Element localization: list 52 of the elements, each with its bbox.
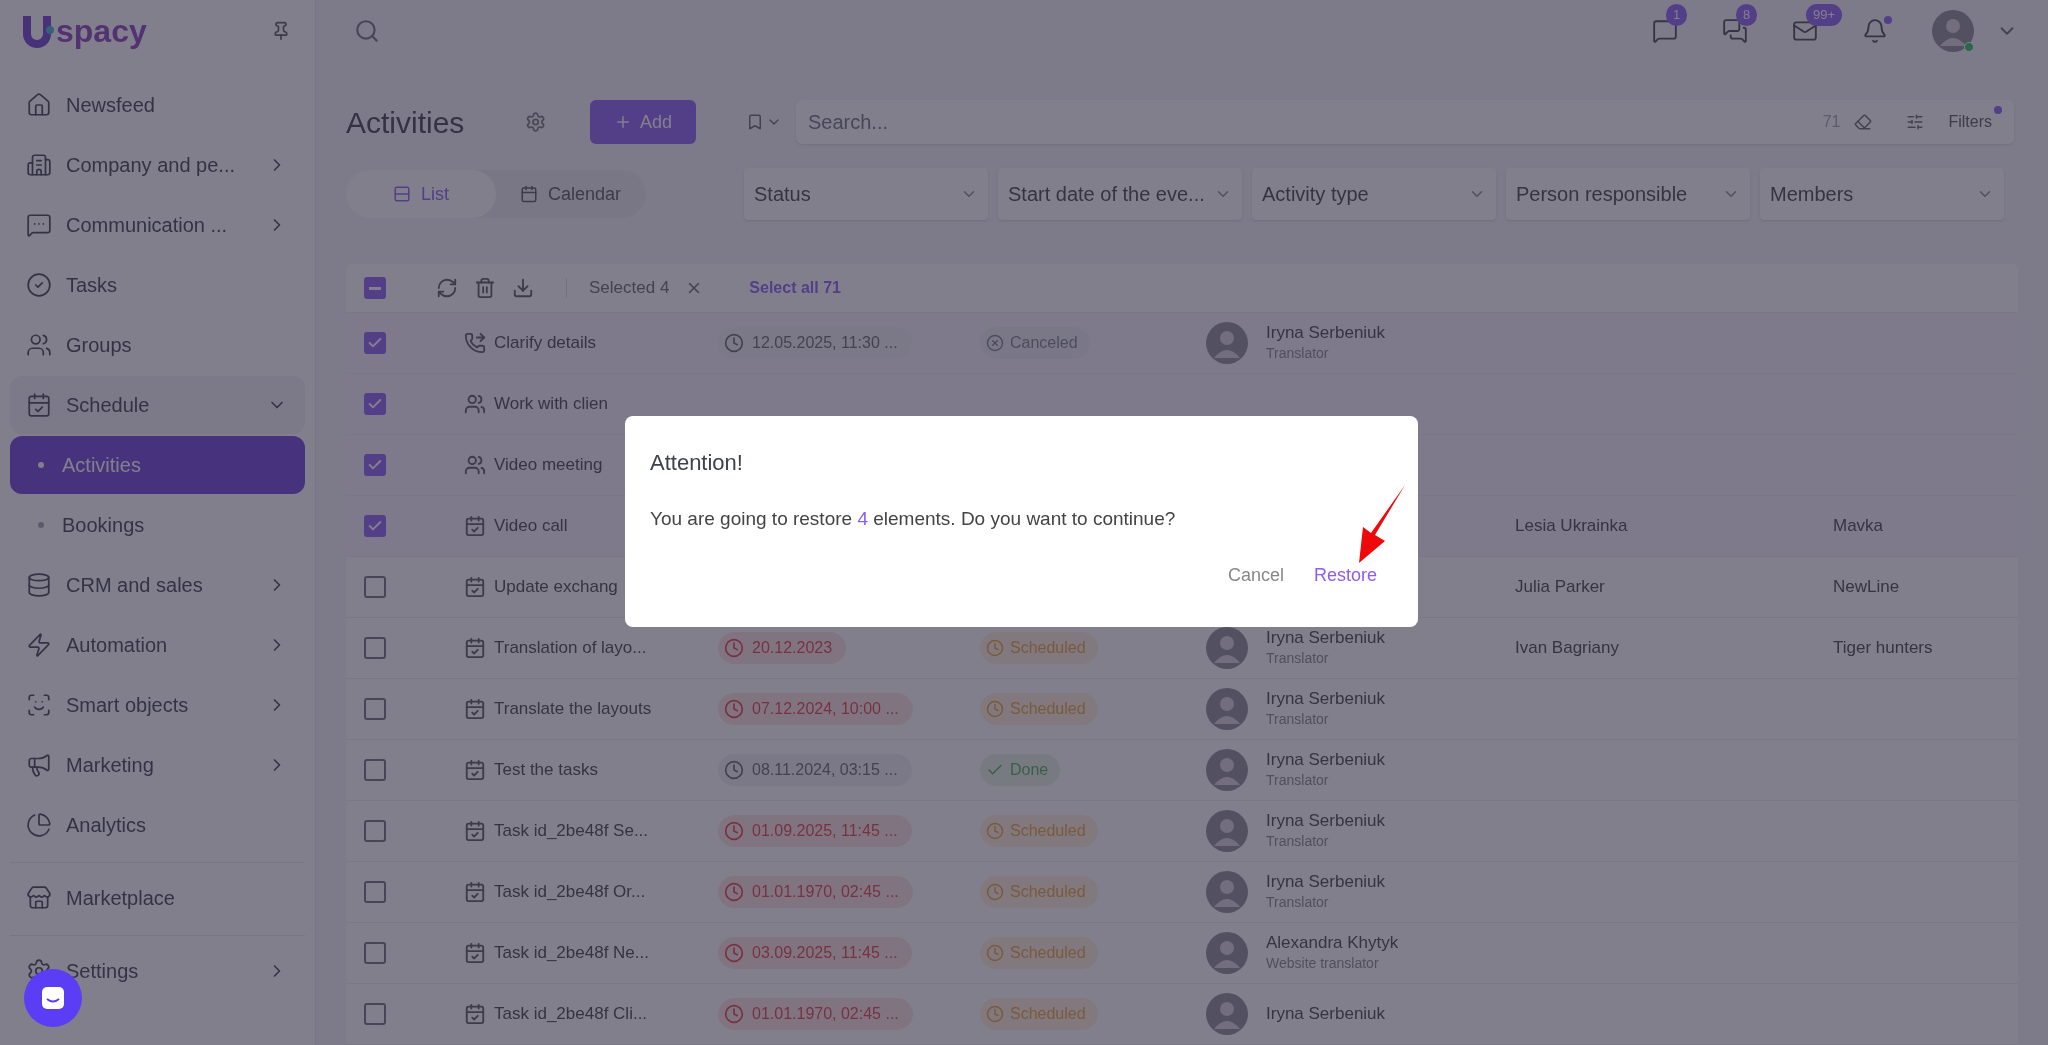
- date-pill: 20.12.2023: [718, 631, 847, 664]
- sidebar-label: Tasks: [66, 273, 119, 298]
- sidebar-label: Settings: [66, 959, 140, 984]
- person-name: Iryna Serbeniuk: [1266, 321, 1386, 344]
- sidebar-label: Automation: [66, 633, 169, 658]
- person-name: Iryna Serbeniuk: [1266, 809, 1386, 832]
- sidebar-label: Smart objects: [66, 693, 190, 718]
- date-pill: 01.01.1970, 02:45 ...: [718, 997, 913, 1030]
- responsible-name: Ivan Bagriany: [1515, 638, 1619, 658]
- sidebar-label: Analytics: [66, 813, 148, 838]
- status-pill: Scheduled: [980, 937, 1098, 969]
- sidebar-label: CRM and sales: [66, 573, 204, 598]
- count-badge: 8: [1736, 4, 1758, 26]
- members-name: Mavka: [1833, 516, 1884, 536]
- sidebar-label: Schedule: [66, 393, 151, 418]
- members-name: NewLine: [1833, 577, 1900, 597]
- status-pill: Scheduled: [980, 876, 1098, 908]
- responsible-name: Julia Parker: [1515, 577, 1605, 597]
- status-pill: Done: [980, 754, 1061, 786]
- dialog-title: Attention!: [650, 449, 744, 477]
- date-pill: 01.09.2025, 11:45 ...: [718, 814, 912, 847]
- logo-text: spacy: [56, 15, 147, 47]
- person-name: Alexandra Khytyk: [1266, 931, 1399, 954]
- sidebar-label: Marketing: [66, 753, 155, 778]
- status-pill: Scheduled: [980, 632, 1098, 664]
- sidebar-label: Activities: [62, 453, 142, 478]
- selected-count: Selected 4: [589, 277, 670, 300]
- date-pill: 01.01.1970, 02:45 ...: [718, 875, 913, 908]
- sidebar-label: Bookings: [62, 513, 146, 538]
- date-pill: 07.12.2024, 10:00 ...: [718, 692, 913, 725]
- sidebar-label: Marketplace: [66, 886, 176, 911]
- date-pill: 03.09.2025, 11:45 ...: [718, 936, 912, 969]
- responsible-name: Lesia Ukrainka: [1515, 516, 1628, 536]
- person-name: Iryna Serbeniuk: [1266, 748, 1386, 771]
- sidebar-label: Communication ...: [66, 213, 229, 238]
- status-pill: Scheduled: [980, 815, 1098, 847]
- members-name: Tiger hunters: [1833, 638, 1933, 658]
- status-pill: Scheduled: [980, 693, 1098, 725]
- sidebar-label: Groups: [66, 333, 133, 358]
- date-pill: 08.11.2024, 03:15 ...: [718, 753, 912, 786]
- person-name: Iryna Serbeniuk: [1266, 870, 1386, 893]
- sidebar-label: Company and pe...: [66, 153, 236, 178]
- person-name: Iryna Serbeniuk: [1266, 687, 1386, 710]
- page-title: Activities: [346, 104, 466, 141]
- date-pill: 12.05.2025, 11:30 ...: [718, 326, 912, 359]
- status-pill: Scheduled: [980, 998, 1098, 1030]
- dialog-message: You are going to restore 4 elements. Do you want to continue?: [650, 507, 1177, 531]
- person-name: Iryna Serbeniuk: [1266, 626, 1386, 649]
- person-name: Iryna Serbeniuk: [1266, 1003, 1386, 1025]
- count-badge: 1: [1666, 4, 1688, 26]
- sidebar-label: Newsfeed: [66, 93, 156, 118]
- count-badge: 99+: [1806, 4, 1843, 26]
